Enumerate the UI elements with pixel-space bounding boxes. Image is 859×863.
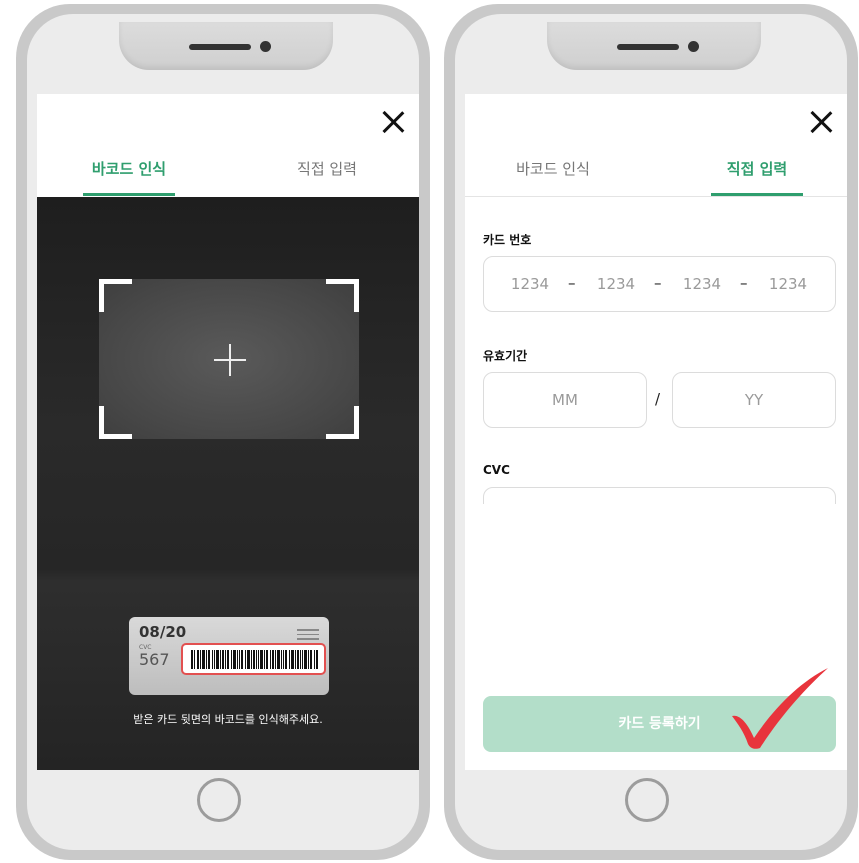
tab-bar: 바코드 인식 직접 입력 [465, 156, 847, 196]
cvc-label: CVC [483, 463, 510, 477]
close-icon[interactable] [381, 110, 405, 134]
card-number-separator: – [568, 274, 576, 292]
tab-label: 바코드 인식 [516, 160, 590, 178]
active-tab-indicator [83, 193, 175, 196]
camera-icon [688, 41, 699, 52]
card-number-input-1[interactable]: 1234 [507, 275, 553, 293]
tab-barcode-scan[interactable]: 바코드 인식 [59, 156, 199, 196]
scan-corner [326, 279, 359, 312]
sample-card-expiry: 08/20 [139, 623, 187, 641]
phone-frame-right: 바코드 인식 직접 입력 카드 번호 1234 – 1234 – 1234 – … [444, 4, 858, 860]
tab-manual-entry[interactable]: 직접 입력 [257, 156, 397, 196]
home-button[interactable] [197, 778, 241, 822]
tab-bar: 바코드 인식 직접 입력 [37, 156, 419, 196]
scan-corner [99, 406, 132, 439]
phone-bezel: 바코드 인식 직접 입력 08/20 CVC 567 받은 카드 뒷면의 바코드… [27, 14, 419, 850]
expiry-year-placeholder: YY [744, 391, 764, 409]
phone-notch [119, 22, 333, 70]
card-number-label: 카드 번호 [483, 233, 532, 247]
speaker-icon [617, 44, 679, 50]
expiry-label: 유효기간 [483, 349, 528, 363]
home-button[interactable] [625, 778, 669, 822]
tab-label: 직접 입력 [297, 160, 357, 178]
manual-entry-screen: 바코드 인식 직접 입력 카드 번호 1234 – 1234 – 1234 – … [465, 94, 847, 770]
crosshair-icon [214, 344, 246, 376]
expiry-separator: / [655, 390, 661, 408]
barcode-icon [191, 650, 318, 669]
phone-bezel: 바코드 인식 직접 입력 카드 번호 1234 – 1234 – 1234 – … [455, 14, 847, 850]
close-icon[interactable] [809, 110, 833, 134]
expiry-month-placeholder: MM [552, 391, 578, 409]
phone-notch [547, 22, 761, 70]
scan-frame [99, 279, 359, 439]
card-number-separator: – [654, 274, 662, 292]
speaker-icon [189, 44, 251, 50]
expiry-year-input[interactable]: YY [672, 372, 836, 428]
sample-card-illustration: 08/20 CVC 567 [129, 617, 329, 695]
expiry-month-input[interactable]: MM [483, 372, 647, 428]
scan-corner [99, 279, 132, 312]
tab-label: 직접 입력 [726, 160, 788, 178]
phone-frame-left: 바코드 인식 직접 입력 08/20 CVC 567 받은 카드 뒷면의 바코드… [16, 4, 430, 860]
tab-divider [465, 196, 847, 197]
card-number-input-3[interactable]: 1234 [679, 275, 725, 293]
tab-label: 바코드 인식 [91, 160, 167, 178]
checkmark-icon [732, 668, 828, 749]
card-number-field: 1234 – 1234 – 1234 – 1234 [483, 256, 836, 312]
barcode-highlight [181, 643, 326, 675]
card-number-separator: – [740, 274, 748, 292]
scan-instruction: 받은 카드 뒷면의 바코드를 인식해주세요. [133, 713, 323, 726]
tab-manual-entry[interactable]: 직접 입력 [687, 156, 827, 196]
tab-barcode-scan[interactable]: 바코드 인식 [483, 156, 623, 196]
barcode-scan-screen: 바코드 인식 직접 입력 08/20 CVC 567 받은 카드 뒷면의 바코드… [37, 94, 419, 770]
camera-viewfinder: 08/20 CVC 567 받은 카드 뒷면의 바코드를 인식해주세요. [37, 197, 419, 770]
scroll-cutoff [465, 504, 847, 554]
sample-card-cvc: 567 [139, 650, 170, 669]
card-number-input-4[interactable]: 1234 [765, 275, 811, 293]
card-lines-icon [297, 629, 319, 643]
card-number-input-2[interactable]: 1234 [593, 275, 639, 293]
camera-icon [260, 41, 271, 52]
scan-corner [326, 406, 359, 439]
